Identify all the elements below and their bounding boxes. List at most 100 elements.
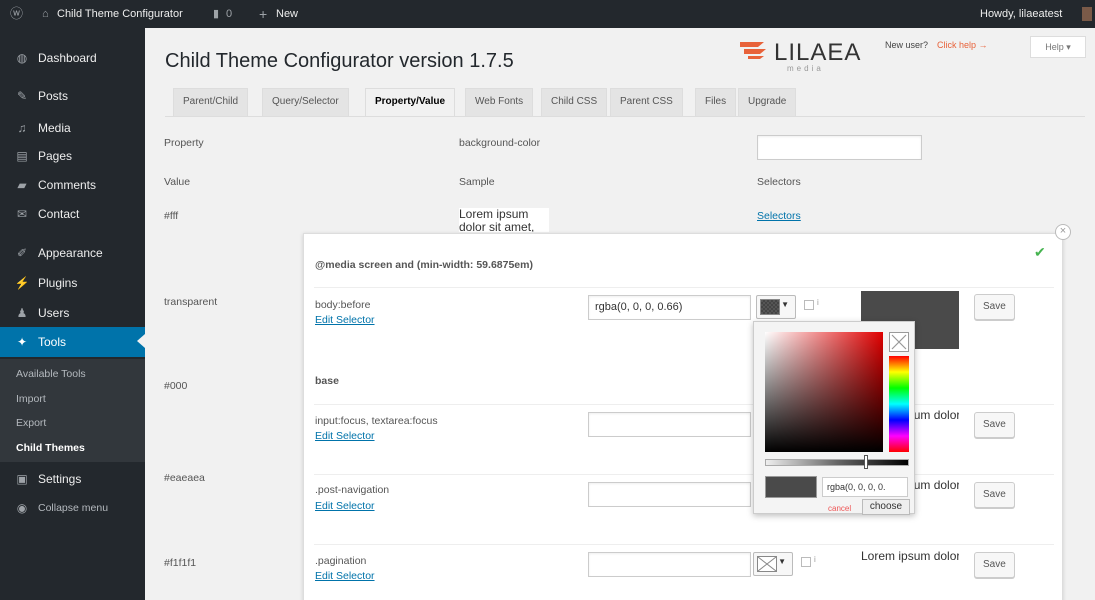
selector-name: body:before: [315, 299, 371, 311]
empty-color-icon: [757, 556, 777, 572]
saturation-field[interactable]: [765, 332, 883, 452]
alpha-handle[interactable]: [864, 455, 868, 469]
sample-header: Sample: [459, 176, 495, 188]
close-icon: [891, 334, 907, 350]
tab-files[interactable]: Files: [695, 88, 737, 116]
comment-count[interactable]: 0: [226, 0, 232, 28]
brush-icon: ✐: [16, 246, 28, 260]
home-icon[interactable]: ⌂: [42, 0, 49, 28]
plus-icon[interactable]: +: [259, 0, 267, 28]
pin-icon: ✎: [16, 89, 28, 103]
page-icon: ▤: [16, 149, 28, 163]
click-help-link[interactable]: Click help →: [937, 40, 988, 50]
save-button[interactable]: Save: [974, 482, 1015, 508]
avatar[interactable]: [1082, 7, 1092, 21]
collapse-menu[interactable]: ◉ Collapse menu: [0, 494, 145, 522]
sidebar-item-label: Media: [38, 121, 71, 135]
sidebar-item-contact[interactable]: ✉ Contact: [0, 200, 145, 228]
submenu-import[interactable]: Import: [16, 393, 46, 405]
sidebar-item-label: Posts: [38, 89, 69, 103]
edit-selector-link[interactable]: Edit Selector: [315, 570, 375, 582]
wrench-icon: ✦: [16, 335, 28, 349]
divider: [314, 404, 1054, 405]
edit-selector-link[interactable]: Edit Selector: [315, 430, 375, 442]
tab-web-fonts[interactable]: Web Fonts: [465, 88, 534, 116]
tab-parent-child[interactable]: Parent/Child: [173, 88, 249, 116]
sidebar-item-label: Settings: [38, 472, 82, 486]
color-value-input[interactable]: [588, 482, 751, 507]
tab-parent-css[interactable]: Parent CSS: [610, 88, 683, 116]
edit-selector-link[interactable]: Edit Selector: [315, 500, 375, 512]
alpha-slider[interactable]: [765, 459, 909, 466]
sidebar-item-plugins[interactable]: ⚡ Plugins: [0, 269, 145, 297]
sidebar-item-pages[interactable]: ▤ Pages: [0, 142, 145, 170]
site-name-link[interactable]: Child Theme Configurator: [57, 0, 183, 28]
collapse-icon: ◉: [16, 501, 28, 515]
selector-name: .pagination: [315, 555, 367, 567]
admin-bar: ⓦ ⌂ Child Theme Configurator ▮ 0 + New H…: [0, 0, 1095, 28]
choose-button[interactable]: choose: [862, 499, 910, 515]
base-heading: base: [315, 375, 339, 387]
sidebar-item-label: Users: [38, 306, 70, 320]
tools-submenu: Available Tools Import Export Child Them…: [0, 359, 145, 462]
selectors-link[interactable]: Selectors: [757, 210, 801, 222]
important-checkbox[interactable]: [804, 300, 814, 310]
media-query-heading: @media screen and (min-width: 59.6875em): [315, 259, 533, 271]
color-value-input[interactable]: rgba(0, 0, 0, 0.66): [588, 295, 751, 320]
important-checkbox[interactable]: [801, 557, 811, 567]
save-button[interactable]: Save: [974, 552, 1015, 578]
divider: [314, 287, 1054, 288]
sample-preview: Lorem ipsum dolor sit amet, consectetur …: [861, 550, 959, 600]
tab-child-css[interactable]: Child CSS: [541, 88, 608, 116]
sidebar-item-label: Tools: [38, 335, 67, 349]
sidebar-item-tools[interactable]: ✦ Tools: [0, 327, 145, 357]
tab-query-selector[interactable]: Query/Selector: [262, 88, 349, 116]
sidebar-item-comments[interactable]: ▰ Comments: [0, 171, 145, 199]
color-value-input[interactable]: [588, 412, 751, 437]
color-picker-button[interactable]: ▼: [753, 552, 793, 576]
submenu-child-themes[interactable]: Child Themes: [16, 442, 85, 454]
tab-upgrade[interactable]: Upgrade: [738, 88, 797, 116]
color-preview-input[interactable]: rgba(0, 0, 0, 0.: [822, 477, 908, 497]
comment-icon[interactable]: ▮: [213, 0, 219, 28]
sidebar-item-dashboard[interactable]: ◍ Dashboard: [0, 44, 145, 72]
color-picker-popup: rgba(0, 0, 0, 0. cancel choose: [753, 321, 915, 515]
admin-sidebar: ◍ Dashboard ✎ Posts ♫ Media ▤ Pages ▰ Comment…: [0, 28, 145, 600]
selector-name: input:focus, textarea:focus: [315, 415, 438, 427]
save-button[interactable]: Save: [974, 294, 1015, 320]
hue-slider[interactable]: [889, 356, 909, 452]
help-button[interactable]: Help ▾: [1030, 36, 1086, 58]
color-preview: [765, 476, 817, 498]
color-picker-button[interactable]: ▼: [756, 295, 796, 319]
edit-selector-link[interactable]: Edit Selector: [315, 314, 375, 326]
save-button[interactable]: Save: [974, 412, 1015, 438]
sidebar-item-settings[interactable]: ▣ Settings: [0, 465, 145, 493]
media-icon: ♫: [17, 121, 27, 135]
sidebar-item-label: Pages: [38, 149, 73, 163]
howdy-text[interactable]: Howdy, lilaeatest: [980, 0, 1062, 28]
sidebar-item-label: Plugins: [38, 276, 78, 290]
sidebar-item-label: Contact: [38, 207, 80, 221]
value-item: #eaeaea: [164, 472, 205, 484]
selectors-panel: @media screen and (min-width: 59.6875em)…: [303, 233, 1063, 600]
checkbox-label: i: [814, 555, 816, 564]
property-search-input[interactable]: [757, 135, 922, 160]
sidebar-item-users[interactable]: ♟ Users: [0, 299, 145, 327]
value-item: transparent: [164, 296, 218, 308]
wordpress-logo-icon[interactable]: ⓦ: [10, 0, 23, 28]
tab-property-value[interactable]: Property/Value: [365, 88, 456, 116]
new-link[interactable]: New: [276, 0, 298, 28]
value-header: Value: [164, 176, 191, 188]
submenu-export[interactable]: Export: [16, 417, 46, 429]
sidebar-item-appearance[interactable]: ✐ Appearance: [0, 239, 145, 267]
cancel-link[interactable]: cancel: [828, 504, 851, 513]
divider: [314, 474, 1054, 475]
dashboard-icon: ◍: [16, 51, 28, 65]
color-value-input[interactable]: [588, 552, 751, 577]
selectors-header: Selectors: [757, 176, 801, 188]
sidebar-item-posts[interactable]: ✎ Posts: [0, 82, 145, 110]
close-icon[interactable]: ×: [1055, 224, 1071, 240]
submenu-available-tools[interactable]: Available Tools: [16, 368, 86, 380]
clear-color-button[interactable]: [889, 332, 909, 352]
sidebar-item-media[interactable]: ♫ Media: [0, 114, 145, 142]
